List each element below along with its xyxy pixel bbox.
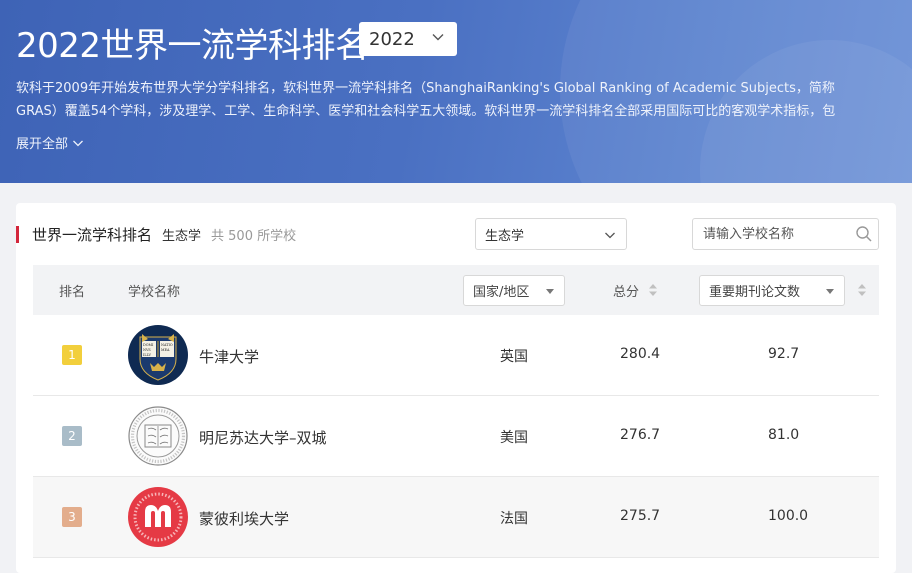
subject-label: 生态学 [162, 229, 202, 244]
svg-text:ILLV: ILLV [143, 353, 151, 357]
svg-text:MEA: MEA [161, 348, 170, 352]
school-name-link[interactable]: 明尼苏达大学–双城 [199, 427, 327, 448]
ranking-card: 世界一流学科排名 生态学 共 500 所学校 生态学 排名 学校名称 国家/地区… [16, 203, 896, 573]
caret-down-icon [546, 289, 554, 294]
montpellier-logo-icon [128, 487, 188, 547]
score-cell: 276.7 [620, 427, 661, 443]
school-name-link[interactable]: 蒙彼利埃大学 [199, 508, 289, 529]
country-cell: 法国 [500, 511, 528, 527]
search-input[interactable] [693, 219, 843, 249]
country-cell: 英国 [500, 349, 528, 365]
rank-badge: 3 [62, 507, 82, 527]
section-title: 世界一流学科排名 [32, 226, 153, 244]
expand-all-label: 展开全部 [16, 137, 69, 152]
indicator-cell: 100.0 [768, 508, 809, 524]
year-select-value: 2022 [369, 28, 415, 50]
indicator-cell: 81.0 [768, 427, 800, 443]
chevron-down-icon [73, 140, 83, 146]
search-icon[interactable] [855, 225, 873, 243]
school-count: 共 500 所学校 [211, 229, 297, 244]
region-filter[interactable]: 国家/地区 [463, 275, 565, 306]
caret-down-icon [826, 289, 834, 294]
school-name-link[interactable]: 牛津大学 [199, 346, 259, 367]
table-row[interactable]: 2 明尼苏达大学–双城 美国 276.7 81.0 [33, 396, 879, 477]
year-select[interactable]: 2022 [359, 22, 457, 56]
minnesota-seal-icon [128, 406, 188, 466]
indicator-select-label: 重要期刊论文数 [709, 285, 801, 300]
svg-text:NVS: NVS [143, 348, 151, 352]
sort-icon[interactable] [858, 284, 866, 296]
indicator-cell: 92.7 [768, 346, 800, 362]
section-accent-bar [16, 226, 19, 243]
description-line: GRAS）覆盖54个学科，涉及理学、工学、生命科学、医学和社会科学五大领域。软科… [16, 104, 836, 119]
header-rank: 排名 [59, 284, 86, 300]
table-header: 排名 学校名称 国家/地区 总分 重要期刊论文数 [33, 265, 879, 315]
rank-badge: 1 [62, 345, 82, 365]
oxford-crest-icon: DOMINVSILLV NATIOMEA [128, 325, 188, 385]
subject-select-value: 生态学 [485, 228, 525, 244]
rank-badge: 2 [62, 426, 82, 446]
chevron-down-icon [432, 34, 444, 41]
score-cell: 280.4 [620, 346, 661, 362]
header-score-label: 总分 [613, 284, 640, 300]
subject-select[interactable]: 生态学 [475, 218, 627, 250]
svg-text:NATIO: NATIO [161, 343, 173, 347]
card-header: 世界一流学科排名 生态学 共 500 所学校 [32, 224, 296, 245]
page-title: 2022世界一流学科排名 [16, 26, 369, 66]
school-search [692, 218, 879, 250]
description-line: 软科于2009年开始发布世界大学分学科排名，软科世界一流学科排名（Shangha… [16, 81, 835, 96]
table-row[interactable]: 3 蒙彼利埃大学 法国 275.7 100.0 [33, 477, 879, 558]
svg-text:DOMI: DOMI [143, 343, 154, 347]
country-cell: 美国 [500, 430, 528, 446]
region-filter-label: 国家/地区 [473, 285, 530, 300]
expand-all-link[interactable]: 展开全部 [16, 133, 84, 152]
chevron-down-icon [605, 232, 615, 239]
sort-icon [649, 284, 657, 296]
hero-banner: 2022世界一流学科排名 2022 软科于2009年开始发布世界大学分学科排名，… [0, 0, 912, 183]
indicator-select[interactable]: 重要期刊论文数 [699, 275, 845, 306]
table-row[interactable]: 1 DOMI NVS ILLV NATIO MEA 牛津大学 英国 280.4 92.… [33, 315, 879, 396]
ranking-description: 软科于2009年开始发布世界大学分学科排名，软科世界一流学科排名（Shangha… [16, 77, 900, 123]
header-score[interactable]: 总分 [613, 265, 657, 315]
header-school-name: 学校名称 [128, 284, 181, 300]
score-cell: 275.7 [620, 508, 661, 524]
